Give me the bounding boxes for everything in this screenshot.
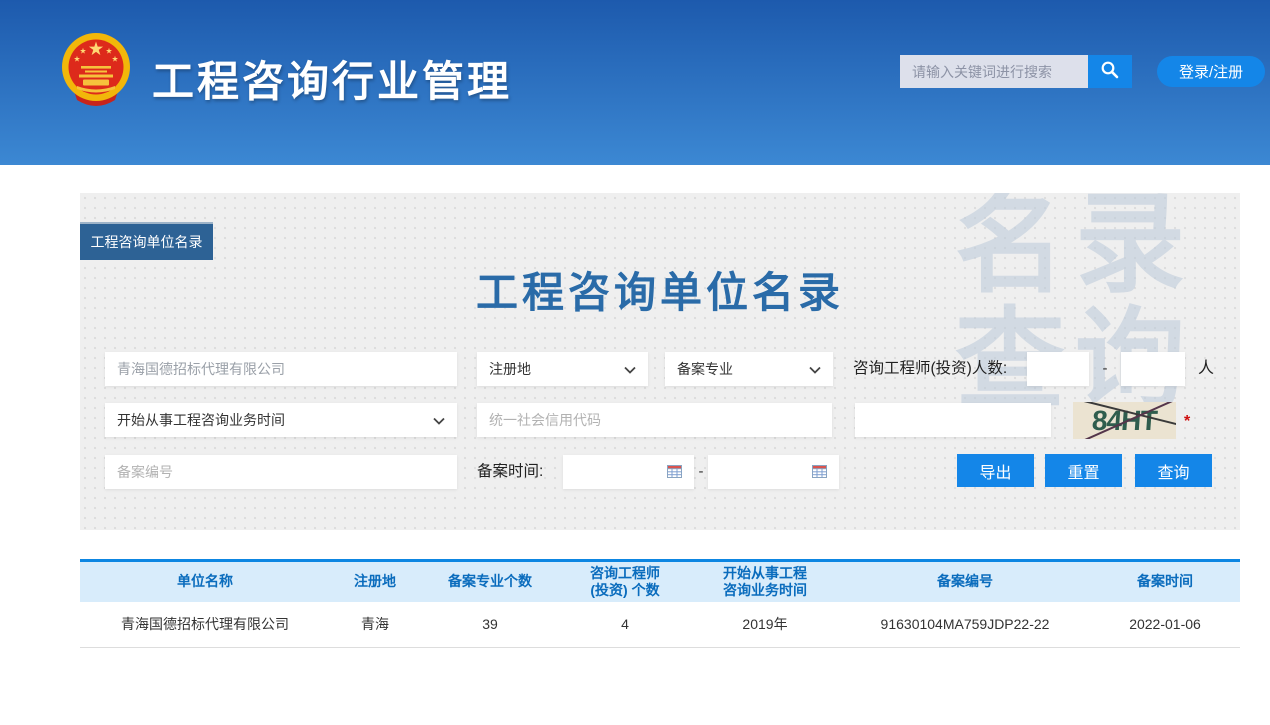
cell-record-number: 91630104MA759JDP22-22 bbox=[840, 602, 1090, 648]
table-row: 青海国德招标代理有限公司 青海 39 4 2019年 91630104MA759… bbox=[80, 602, 1240, 648]
site-header: 工程咨询行业管理 登录/注册 bbox=[0, 0, 1270, 165]
table-header-row: 单位名称 注册地 备案专业个数 咨询工程师 (投资) 个数 开始从事工程 咨询业… bbox=[80, 561, 1240, 602]
cell-registration-place: 青海 bbox=[330, 602, 420, 648]
header-search bbox=[900, 55, 1132, 88]
cell-engineer-count: 4 bbox=[560, 602, 690, 648]
engineer-count-min-input[interactable] bbox=[1027, 352, 1089, 386]
col-header-specialty-count: 备案专业个数 bbox=[420, 561, 560, 602]
search-icon bbox=[1100, 60, 1120, 83]
chevron-down-icon bbox=[624, 361, 636, 377]
cell-record-time: 2022-01-06 bbox=[1090, 602, 1240, 648]
col-header-unit-name: 单位名称 bbox=[80, 561, 330, 602]
record-specialty-select[interactable]: 备案专业 bbox=[665, 352, 833, 386]
company-name-input[interactable] bbox=[105, 352, 457, 386]
record-time-to-input[interactable] bbox=[708, 455, 839, 489]
cell-start-time: 2019年 bbox=[690, 602, 840, 648]
record-number-input[interactable] bbox=[105, 455, 457, 489]
col-header-record-time: 备案时间 bbox=[1090, 561, 1240, 602]
record-time-label: 备案时间: bbox=[477, 455, 543, 489]
search-input[interactable] bbox=[900, 55, 1088, 88]
registration-place-select[interactable]: 注册地 bbox=[477, 352, 648, 386]
credit-code-input[interactable] bbox=[477, 403, 832, 437]
col-header-registration-place: 注册地 bbox=[330, 561, 420, 602]
directory-query-panel: 名录 查询 工程咨询单位名录 工程咨询单位名录 注册地 备案专业 咨询工程师(投… bbox=[80, 193, 1240, 530]
query-button[interactable]: 查询 bbox=[1135, 454, 1212, 487]
col-header-record-number: 备案编号 bbox=[840, 561, 1090, 602]
cell-specialty-count: 39 bbox=[420, 602, 560, 648]
results-table-section: 单位名称 注册地 备案专业个数 咨询工程师 (投资) 个数 开始从事工程 咨询业… bbox=[80, 559, 1240, 648]
record-specialty-value: 备案专业 bbox=[677, 359, 733, 379]
site-title: 工程咨询行业管理 bbox=[152, 48, 512, 109]
required-asterisk: * bbox=[1184, 405, 1190, 439]
export-button[interactable]: 导出 bbox=[957, 454, 1034, 487]
reset-button[interactable]: 重置 bbox=[1045, 454, 1122, 487]
search-button[interactable] bbox=[1088, 55, 1132, 88]
chevron-down-icon bbox=[809, 361, 821, 377]
captcha-image[interactable]: 84HT bbox=[1073, 402, 1176, 439]
person-unit-label: 人 bbox=[1198, 352, 1214, 386]
captcha-input[interactable] bbox=[855, 403, 1051, 437]
col-header-engineer-count: 咨询工程师 (投资) 个数 bbox=[560, 561, 690, 602]
col-header-start-time: 开始从事工程 咨询业务时间 bbox=[690, 561, 840, 602]
national-emblem-icon bbox=[58, 30, 134, 112]
cell-unit-name: 青海国德招标代理有限公司 bbox=[80, 602, 330, 648]
calendar-icon[interactable] bbox=[812, 464, 827, 481]
page-title: 工程咨询单位名录 bbox=[80, 259, 1240, 320]
calendar-icon[interactable] bbox=[667, 464, 682, 481]
start-time-select[interactable]: 开始从事工程咨询业务时间 bbox=[105, 403, 457, 437]
chevron-down-icon bbox=[433, 412, 445, 428]
tab-unit-directory[interactable]: 工程咨询单位名录 bbox=[80, 222, 213, 260]
engineer-count-label: 咨询工程师(投资)人数: bbox=[853, 352, 1007, 386]
results-table: 单位名称 注册地 备案专业个数 咨询工程师 (投资) 个数 开始从事工程 咨询业… bbox=[80, 559, 1240, 648]
start-time-value: 开始从事工程咨询业务时间 bbox=[117, 410, 285, 430]
engineer-count-max-input[interactable] bbox=[1121, 352, 1185, 386]
registration-place-value: 注册地 bbox=[489, 359, 531, 379]
record-time-from-input[interactable] bbox=[563, 455, 694, 489]
page: 工程咨询行业管理 登录/注册 名录 查询 工程咨询单位名录 工程咨询单位名录 bbox=[0, 0, 1270, 725]
record-time-separator: - bbox=[694, 455, 708, 489]
login-register-button[interactable]: 登录/注册 bbox=[1157, 56, 1265, 87]
engineer-count-separator: - bbox=[1092, 352, 1118, 386]
